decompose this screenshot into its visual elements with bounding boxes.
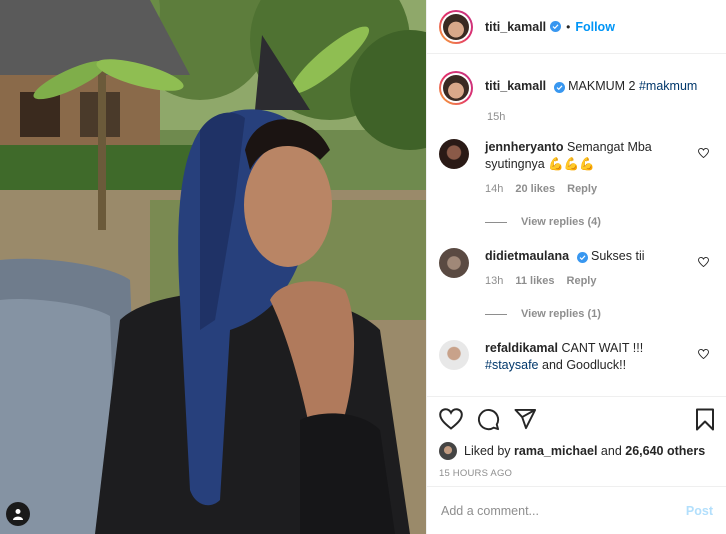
comment-item: didietmaulana Sukses tii 13h 11 likes Re… [439, 248, 713, 290]
post-sidebar: titi_kamall • Follow titi_kamall MAKMUM … [426, 0, 726, 534]
liked-by-others[interactable]: 26,640 others [625, 444, 705, 458]
comment-body: refaldikamal CANT WAIT !!! #staysafe and… [485, 340, 685, 374]
liked-by-user[interactable]: rama_michael [514, 444, 597, 458]
view-replies-button[interactable]: View replies (4) [485, 216, 713, 228]
comment-item: refaldikamal CANT WAIT !!! #staysafe and… [439, 340, 713, 374]
heart-icon[interactable] [439, 408, 463, 430]
view-replies-label: View replies (4) [521, 216, 601, 228]
liker-avatar[interactable] [439, 442, 457, 460]
comment-time[interactable]: 13h [485, 273, 503, 290]
comment-body: jennheryanto Semangat Mba syutingnya 💪💪💪… [485, 139, 685, 198]
comment-like-heart-icon[interactable] [698, 348, 709, 362]
comment-username[interactable]: didietmaulana [485, 249, 569, 263]
comment-item: jennheryanto Semangat Mba syutingnya 💪💪💪… [439, 139, 713, 198]
comment-likes[interactable]: 11 likes [515, 273, 554, 290]
caption: titi_kamall MAKMUM 2 #makmum [439, 71, 713, 105]
separator-dot: • [566, 19, 571, 34]
comment-icon[interactable] [477, 408, 500, 431]
post-author-username[interactable]: titi_kamall [485, 20, 546, 34]
bookmark-icon[interactable] [695, 408, 715, 431]
comment-meta: 14h 20 likes Reply [485, 181, 685, 198]
caption-body: MAKMUM 2 [568, 79, 636, 93]
comment-like-heart-icon[interactable] [698, 147, 709, 161]
reply-button[interactable]: Reply [567, 273, 597, 290]
comments-section[interactable]: titi_kamall MAKMUM 2 #makmum 15h jennher… [427, 55, 726, 395]
avatar[interactable] [439, 9, 473, 44]
share-icon[interactable] [514, 408, 537, 430]
liked-by-prefix: Liked by [464, 444, 511, 458]
comment-text: Sukses tii [591, 249, 645, 263]
liked-by-text: Liked by rama_michael and 26,640 others [464, 444, 705, 458]
avatar-border [441, 73, 471, 103]
post-timestamp[interactable]: 15 HOURS AGO [439, 468, 715, 479]
add-comment-bar: Post [427, 486, 726, 534]
comment-like-heart-icon[interactable] [698, 256, 709, 270]
comment-input[interactable] [441, 503, 686, 518]
commenter-avatar[interactable] [439, 139, 469, 169]
avatar-image [443, 13, 469, 40]
caption-hashtag[interactable]: #makmum [639, 79, 697, 93]
comment-username[interactable]: refaldikamal [485, 341, 558, 355]
caption-username[interactable]: titi_kamall [485, 79, 546, 93]
post-actions: Liked by rama_michael and 26,640 others … [427, 396, 726, 479]
commenter-avatar[interactable] [439, 248, 469, 278]
verified-badge-icon [576, 252, 588, 263]
verified-badge-icon [550, 21, 562, 32]
liked-by-and: and [600, 444, 622, 458]
commenter-avatar[interactable] [439, 340, 469, 370]
comment-hashtag[interactable]: #staysafe [485, 358, 539, 372]
comment-text: CANT WAIT !!! [561, 341, 644, 355]
caption-text: titi_kamall MAKMUM 2 #makmum [485, 71, 697, 95]
comment-meta: 13h 11 likes Reply [485, 273, 685, 290]
post-header: titi_kamall • Follow [427, 0, 726, 54]
post-photo[interactable] [0, 0, 426, 534]
comment-likes[interactable]: 20 likes [515, 181, 555, 198]
comment-username[interactable]: jennheryanto [485, 140, 564, 154]
reply-button[interactable]: Reply [567, 181, 597, 198]
comment-text-2: and Goodluck!! [542, 358, 627, 372]
verified-badge-icon [553, 82, 565, 93]
action-icons [439, 405, 715, 433]
avatar-image [443, 75, 469, 101]
tagged-people-button[interactable] [6, 502, 30, 526]
person-tag-icon [13, 509, 23, 520]
avatar-border [441, 11, 471, 42]
liked-by: Liked by rama_michael and 26,640 others [439, 442, 715, 460]
view-replies-button[interactable]: View replies (1) [485, 308, 713, 320]
post-image [0, 0, 426, 534]
caption-avatar[interactable] [439, 71, 473, 105]
replies-divider [485, 221, 507, 223]
follow-button[interactable]: Follow [575, 20, 615, 34]
view-replies-label: View replies (1) [521, 308, 601, 320]
caption-time: 15h [487, 111, 506, 123]
comment-time[interactable]: 14h [485, 181, 503, 198]
comment-body: didietmaulana Sukses tii 13h 11 likes Re… [485, 248, 685, 290]
post-comment-button[interactable]: Post [686, 504, 713, 518]
replies-divider [485, 313, 507, 315]
